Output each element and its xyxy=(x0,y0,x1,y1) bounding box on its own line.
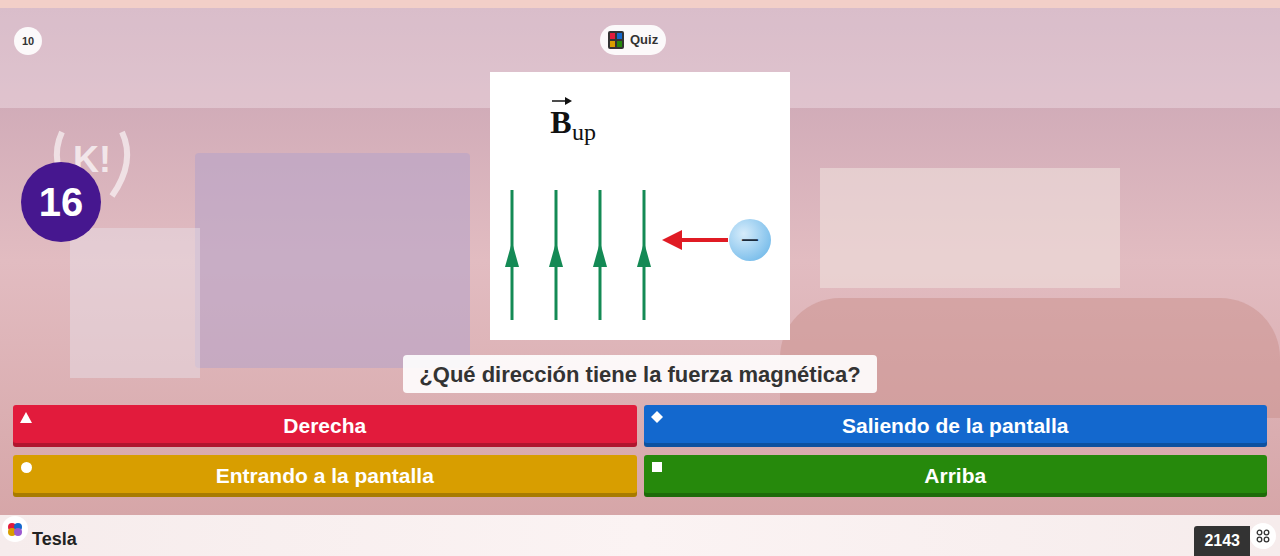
question-text: ¿Qué dirección tiene la fuerza magnética… xyxy=(419,358,860,391)
diamond-icon xyxy=(651,411,663,423)
field-lines-icon xyxy=(490,72,790,340)
window xyxy=(820,168,1120,288)
answer-button[interactable]: Arriba xyxy=(644,455,1268,497)
score-box: 2143 xyxy=(1194,526,1250,556)
question-box: ¿Qué dirección tiene la fuerza magnética… xyxy=(403,355,876,393)
grid-icon xyxy=(1256,529,1270,543)
timer-text: 16 xyxy=(39,172,84,232)
answer-label: Saliendo de la pantalla xyxy=(842,413,1068,438)
field-subscript: up xyxy=(572,120,596,144)
field-label: B up xyxy=(550,96,596,138)
square-icon xyxy=(651,461,663,473)
whiteboard xyxy=(70,228,200,378)
classroom-background: 10 Quiz K! 16 xyxy=(0,8,1280,515)
vector-arrow-icon xyxy=(550,96,572,106)
brain-icon xyxy=(7,521,23,537)
triangle-icon xyxy=(20,411,32,423)
top-bar xyxy=(0,0,1280,8)
brain-button[interactable] xyxy=(2,516,28,542)
score-text: 2143 xyxy=(1204,529,1240,553)
question-count: 10 xyxy=(14,27,42,55)
charge-sign: — xyxy=(742,228,758,252)
question-area: B up — ¿Qué dirección tiene la fuerza ma… xyxy=(0,8,1280,497)
mode-label: Quiz xyxy=(630,30,658,50)
menu-button[interactable] xyxy=(1250,523,1276,549)
answer-grid: Derecha Saliendo de la pantalla Entrando a… xyxy=(0,405,1280,497)
player-area: Tesla xyxy=(0,515,77,556)
answer-button[interactable]: Derecha xyxy=(13,405,637,447)
negative-charge: — xyxy=(729,219,771,261)
question-figure: B up — xyxy=(490,72,790,340)
answer-label: Derecha xyxy=(283,413,366,438)
quiz-screen: 10 Quiz K! 16 xyxy=(0,0,1280,556)
question-count-text: 10 xyxy=(22,33,34,50)
answer-label: Entrando a la pantalla xyxy=(216,463,434,488)
quiz-icon xyxy=(608,31,624,49)
vector-symbol: B xyxy=(550,96,572,138)
answer-button[interactable]: Entrando a la pantalla xyxy=(13,455,637,497)
field-letter: B xyxy=(550,106,571,138)
projector-screen xyxy=(195,153,470,368)
footer-bar: Tesla 2143 xyxy=(0,515,1280,556)
score-area: 2143 xyxy=(1194,515,1280,556)
answer-button[interactable]: Saliendo de la pantalla xyxy=(644,405,1268,447)
timer: 16 xyxy=(21,162,101,242)
answer-label: Arriba xyxy=(924,463,986,488)
player-name: Tesla xyxy=(32,526,77,553)
mode-pill: Quiz xyxy=(600,25,666,55)
circle-icon xyxy=(20,461,32,473)
